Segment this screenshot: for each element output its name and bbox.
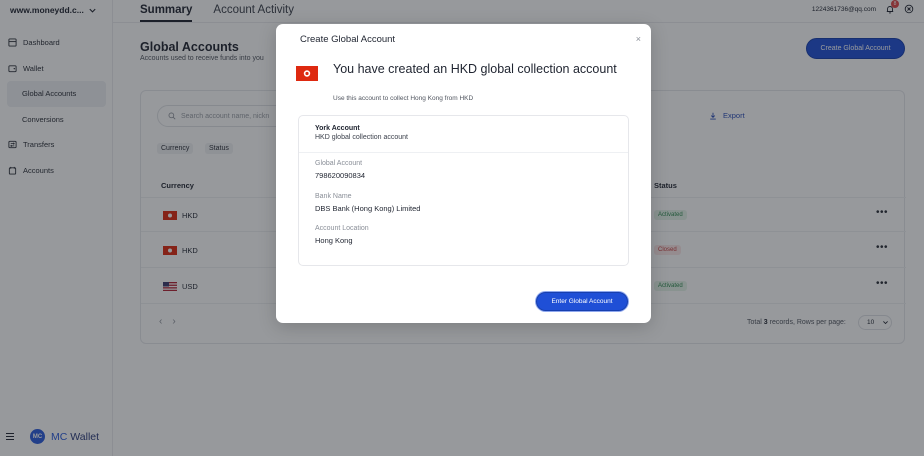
hong-kong-flag-icon	[296, 66, 318, 81]
field-value: 798620090834	[315, 171, 366, 180]
field-global-account: Global Account 798620090834	[315, 160, 365, 180]
field-label: Account Location	[315, 225, 369, 232]
modal-subtext: Use this account to collect Hong Kong fr…	[333, 95, 474, 102]
account-header: York Account HKD global collection accou…	[299, 116, 628, 153]
account-description: HKD global collection account	[315, 134, 408, 141]
modal-title: Create Global Account	[300, 34, 396, 45]
account-name: York Account	[315, 125, 360, 132]
account-details: York Account HKD global collection accou…	[298, 115, 629, 266]
field-value: Hong Kong	[315, 236, 353, 245]
field-bank-name: Bank Name DBS Bank (Hong Kong) Limited	[315, 193, 420, 213]
modal-headline: You have created an HKD global collectio…	[333, 62, 617, 76]
field-value: DBS Bank (Hong Kong) Limited	[315, 204, 421, 213]
field-account-location: Account Location Hong Kong	[315, 225, 369, 245]
field-label: Global Account	[315, 160, 363, 167]
close-icon[interactable]: ×	[636, 34, 641, 44]
field-label: Bank Name	[315, 193, 352, 200]
enter-global-account-button[interactable]: Enter Global Account	[536, 292, 628, 311]
create-global-account-modal: Create Global Account × You have created…	[276, 24, 651, 323]
